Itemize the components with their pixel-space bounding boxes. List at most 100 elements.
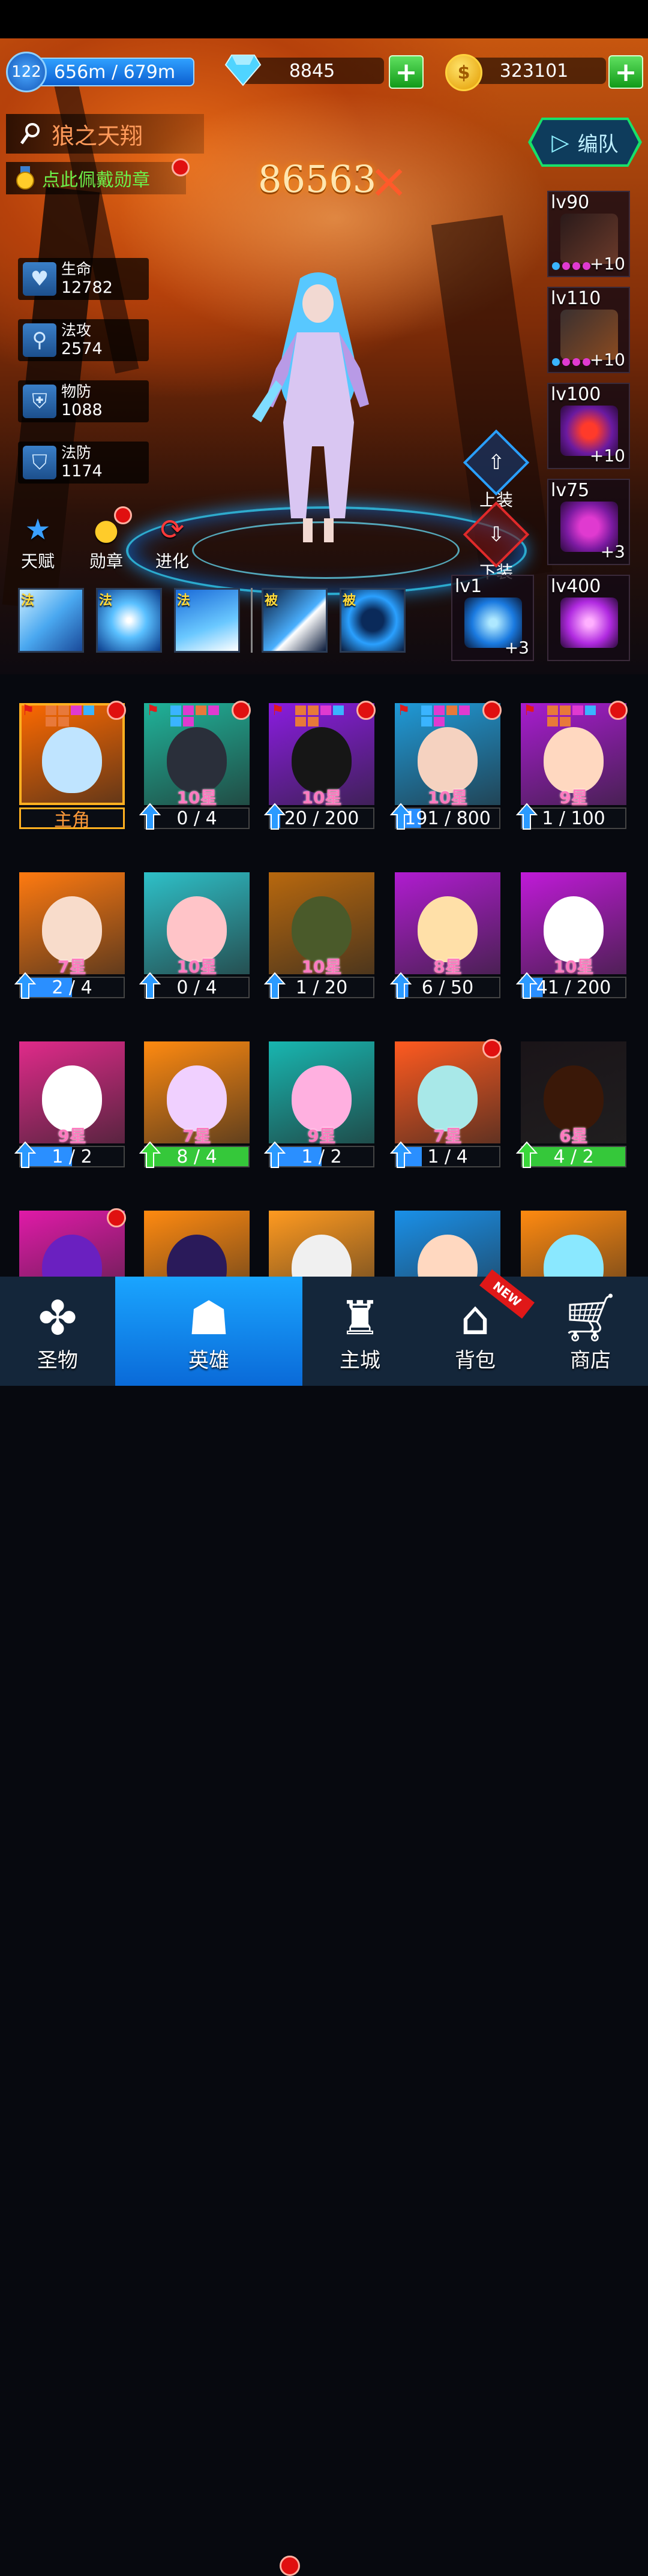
hero-card[interactable]: 9星 1 / 2 <box>14 1027 125 1171</box>
hero-card[interactable] <box>395 1196 500 1277</box>
equip-slot-orb[interactable]: lv1 +3 <box>451 575 534 661</box>
hero-character-model[interactable] <box>240 266 396 554</box>
team-formation-button[interactable]: ▷ 编队 <box>531 120 639 164</box>
upgrade-arrow-icon <box>390 803 412 830</box>
upgrade-arrow-icon <box>14 1141 36 1168</box>
plus-icon: + <box>614 56 637 88</box>
notification-dot <box>114 506 132 524</box>
gem-pip <box>308 717 319 726</box>
gem-pip <box>83 705 94 715</box>
hero-card[interactable]: 8星 6 / 50 <box>390 858 500 1002</box>
hero-card[interactable]: 10星 41 / 200 <box>516 858 626 1002</box>
hero-card[interactable]: 9星 1 / 2 <box>264 1027 374 1171</box>
skill-slot-4[interactable]: 被 <box>262 588 328 653</box>
skill-slot-5[interactable]: 被 <box>340 588 406 653</box>
shard-progress-text: 1 / 20 <box>295 977 348 998</box>
talent-button[interactable]: ★ 天赋 <box>18 511 58 572</box>
evolve-button[interactable]: ⟳ 进化 <box>152 511 192 572</box>
shard-progress-text: 1 / 2 <box>301 1146 342 1167</box>
stat-magic-defense: ⛉ 法防 1174 <box>18 442 149 484</box>
medal-label: 勋章 <box>89 551 123 571</box>
energy-value: 656m / 679m <box>53 61 176 83</box>
gold-coin-icon: $ <box>445 54 482 91</box>
equip-slot-weapon[interactable]: lv90 +10 <box>547 191 630 277</box>
stat-label: 法攻 <box>61 322 92 339</box>
equip-slot-ring-2[interactable]: lv75 +3 <box>547 479 630 565</box>
notification-dot <box>107 701 126 720</box>
nav-heroes[interactable]: ☗ 英雄 <box>115 1277 302 1386</box>
skill-type-tag: 被 <box>343 593 356 608</box>
hero-card[interactable] <box>521 1196 626 1277</box>
hero-card[interactable]: 7星 1 / 4 <box>390 1027 502 1171</box>
gem-pip <box>434 717 445 726</box>
stat-label: 生命 <box>61 260 92 278</box>
skill-slot-2[interactable]: 法 <box>96 588 162 653</box>
main-role-label: 主角 <box>19 807 125 831</box>
wings-icon <box>560 598 618 648</box>
hero-card[interactable]: 10星 0 / 4 <box>139 858 250 1002</box>
hero-avatar <box>292 896 352 962</box>
notification-dot <box>482 701 502 720</box>
equip-slot-ring-1[interactable]: lv100 +10 <box>547 383 630 469</box>
hero-card[interactable]: ⚑ 10星 0 / 4 <box>139 689 251 833</box>
upgrade-arrow-icon <box>139 972 161 999</box>
hero-card[interactable]: ⚑ 10星 20 / 200 <box>264 689 376 833</box>
shard-progress-text: 1 / 2 <box>52 1146 92 1167</box>
upgrade-arrow-icon <box>390 1141 412 1168</box>
gem-slot-pips <box>170 705 219 726</box>
gold-value: 323101 <box>499 60 569 82</box>
gem-slot-pips <box>547 705 596 726</box>
equip-medal-button[interactable]: 点此佩戴勋章 <box>6 162 186 194</box>
hero-card[interactable] <box>144 1196 250 1277</box>
nav-city[interactable]: ♜ 主城 <box>302 1277 418 1386</box>
hero-card[interactable]: ⚑ 9星 1 / 100 <box>516 689 628 833</box>
nav-relics[interactable]: ✤ 圣物 <box>0 1277 115 1386</box>
notification-dot <box>482 1039 502 1058</box>
gem-pip <box>58 717 69 726</box>
hero-portrait <box>521 1211 626 1277</box>
energy-bar: 656m / 679m <box>35 58 194 86</box>
gem-sockets <box>552 358 590 366</box>
skill-type-tag: 法 <box>177 593 191 608</box>
hero-avatar <box>42 1235 102 1277</box>
equip-slot-wings[interactable]: lv400 <box>547 575 630 661</box>
gems-value: 8845 <box>289 60 335 82</box>
equip-slot-armor[interactable]: lv110 +10 <box>547 287 630 373</box>
equip-all-button[interactable]: ⇧ 上装 <box>463 429 530 511</box>
status-bar <box>0 0 648 38</box>
skill-slot-1[interactable]: 法 <box>18 588 84 653</box>
flag-icon: ⚑ <box>271 702 284 719</box>
notification-dot <box>280 2556 300 2576</box>
stat-label: 物防 <box>61 383 92 400</box>
gem-pip <box>183 717 194 726</box>
hero-avatar <box>418 727 478 793</box>
hero-card[interactable]: 6星 4 / 2 <box>516 1027 626 1171</box>
gem-pip <box>446 705 457 715</box>
buy-gold-button[interactable]: + <box>608 55 643 89</box>
castle-icon: ♜ <box>339 1291 381 1346</box>
upgrade-arrow-icon <box>264 803 286 830</box>
nav-label: 背包 <box>455 1348 496 1373</box>
gem-pip <box>295 717 306 726</box>
hero-card[interactable]: 10星 1 / 20 <box>264 858 374 1002</box>
hero-card[interactable] <box>19 1196 126 1277</box>
hero-card[interactable]: 7星 2 / 4 <box>14 858 125 1002</box>
hero-roster-grid: ⚑ 主角 ⚑ 10星 0 / 4 ⚑ 10星 20 / 200 ⚑ 10星 191 / 800 ⚑ 9星… <box>0 674 648 1277</box>
unequip-all-button[interactable]: ⇩ 下装 <box>463 501 530 583</box>
staff-icon: ⚲ <box>23 323 56 357</box>
nav-shop[interactable]: 🛒︎ 商店 <box>533 1277 648 1386</box>
hero-card[interactable]: 7星 8 / 4 <box>139 1027 250 1171</box>
hero-card[interactable]: ⚑ 主角 <box>19 689 126 833</box>
shard-progress-text: 0 / 4 <box>176 807 217 829</box>
plus-icon: + <box>395 56 418 88</box>
hero-card[interactable] <box>269 1196 374 1277</box>
hero-portrait <box>144 1211 250 1277</box>
shard-progress-text: 1 / 4 <box>427 1146 468 1167</box>
buy-gems-button[interactable]: + <box>389 55 424 89</box>
notification-dot <box>107 1208 126 1227</box>
notification-dot <box>356 701 376 720</box>
hero-card[interactable]: ⚑ 10星 191 / 800 <box>390 689 502 833</box>
stat-value: 1088 <box>61 401 103 419</box>
skill-slot-3[interactable]: 法 <box>174 588 240 653</box>
gem-pip <box>320 705 331 715</box>
